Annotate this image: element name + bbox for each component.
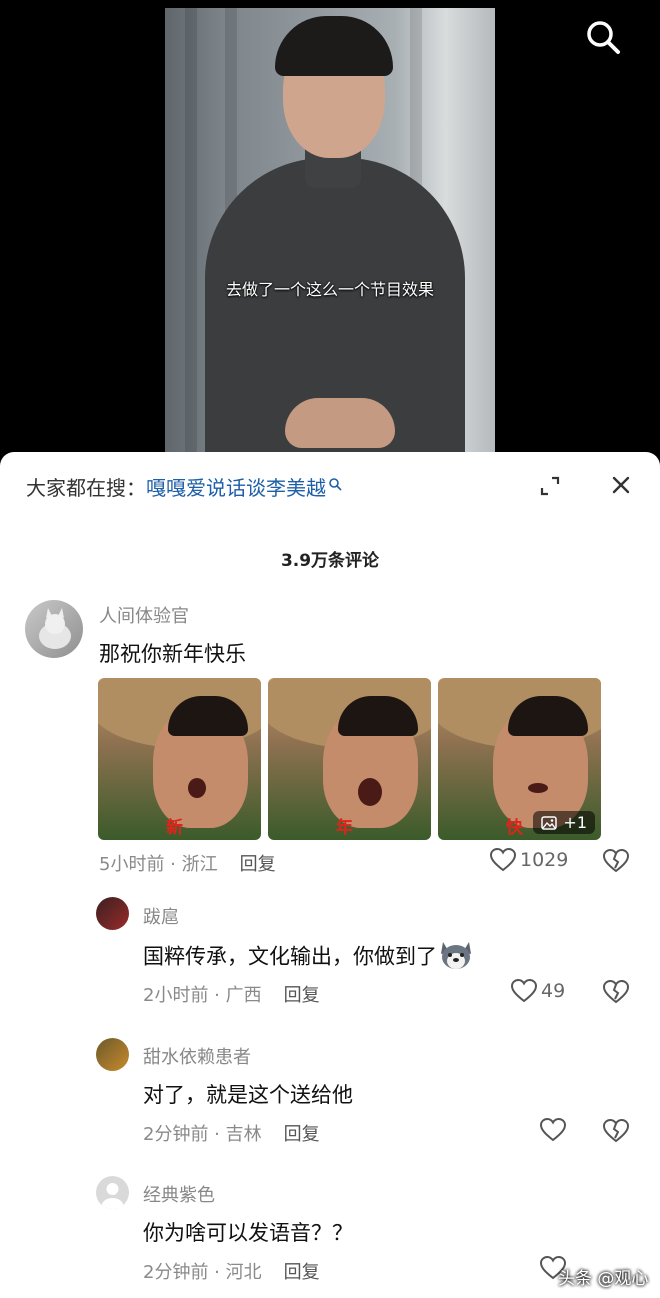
person-hair [275,16,393,76]
video-subtitle: 去做了一个这么一个节目效果 [225,280,434,299]
person-hands [285,398,395,448]
comment-location: 浙江 [181,854,218,875]
comment-time: 2分钟前 [143,1262,209,1283]
comment-meta: 2小时前 · 广西 回复 [143,985,320,1006]
avatar[interactable] [25,600,83,658]
comment-image[interactable]: 新 [98,678,261,840]
comment-username[interactable]: 甜水依赖患者 [143,1043,251,1069]
comment-meta: 2分钟前 · 吉林 回复 [143,1124,320,1145]
like-count: 1029 [520,849,569,871]
trending-search[interactable]: 大家都在搜：嘎嘎爱说话谈李美越 [26,472,342,501]
comment-panel: 大家都在搜：嘎嘎爱说话谈李美越 3.9万条评论 人间体验官 那祝你新年快乐 新 … [0,452,660,1298]
comment-username[interactable]: 经典紫色 [143,1181,215,1207]
husky-emoji-icon [439,940,473,975]
expand-icon[interactable] [538,474,562,498]
image-caption: 快 [506,818,523,838]
curtain-fold [185,8,197,458]
like-button[interactable]: 1029 [490,848,568,872]
avatar[interactable] [96,897,129,930]
watermark: 头条 @观心 [558,1269,649,1289]
like-button[interactable]: 49 [511,979,565,1003]
reply-button[interactable]: 回复 [284,1262,320,1283]
more-images-count: +1 [563,813,587,832]
comment-time: 2小时前 [143,985,209,1006]
reply-button[interactable]: 回复 [240,854,276,875]
comment-location: 河北 [225,1262,262,1283]
video-player[interactable]: 去做了一个这么一个节目效果 [0,0,660,470]
comment-location: 吉林 [225,1124,262,1145]
like-button[interactable] [540,1118,570,1142]
image-icon [541,815,558,830]
comment-text: 国粹传承，文化输出，你做到了 [143,940,473,975]
trending-search-label: 大家都在搜： [26,476,146,500]
comment-time: 5小时前 [99,854,165,875]
broken-heart-icon[interactable] [602,979,630,1005]
broken-heart-icon[interactable] [602,848,630,874]
more-images-badge[interactable]: +1 [533,811,595,834]
broken-heart-icon[interactable] [602,1118,630,1144]
image-caption: 新 [166,818,183,838]
avatar[interactable] [96,1176,129,1209]
reply-button[interactable]: 回复 [284,1124,320,1145]
close-icon[interactable] [610,474,632,496]
comment-text: 你为啥可以发语音？？ [143,1221,353,1245]
search-icon [328,472,342,491]
heart-icon [540,1118,566,1142]
heart-icon [511,979,537,1003]
comment-text-body: 国粹传承，文化输出，你做到了 [143,944,437,969]
comment-time: 2分钟前 [143,1124,209,1145]
comment-meta: 5小时前 · 浙江 回复 [99,854,276,875]
comment-image[interactable]: 快 +1 [438,678,601,840]
avatar[interactable] [96,1038,129,1071]
image-mouth [358,778,382,806]
comment-text: 对了，就是这个送给他 [143,1083,353,1107]
heart-icon [490,848,516,872]
like-count: 49 [541,980,566,1002]
trending-search-keyword[interactable]: 嘎嘎爱说话谈李美越 [146,476,326,500]
comment-image[interactable]: 年 [268,678,431,840]
comment-username[interactable]: 人间体验官 [99,602,189,628]
reply-button[interactable]: 回复 [284,985,320,1006]
comment-username[interactable]: 跋扈 [143,903,179,929]
image-mouth [528,783,548,793]
image-mouth [188,778,206,798]
comment-location: 广西 [225,985,262,1006]
image-caption: 年 [336,818,353,838]
search-icon[interactable] [584,18,622,56]
comment-text: 那祝你新年快乐 [99,642,246,666]
comment-count: 3.9万条评论 [280,551,380,571]
video-frame[interactable] [165,8,495,458]
comment-meta: 2分钟前 · 河北 回复 [143,1262,320,1283]
